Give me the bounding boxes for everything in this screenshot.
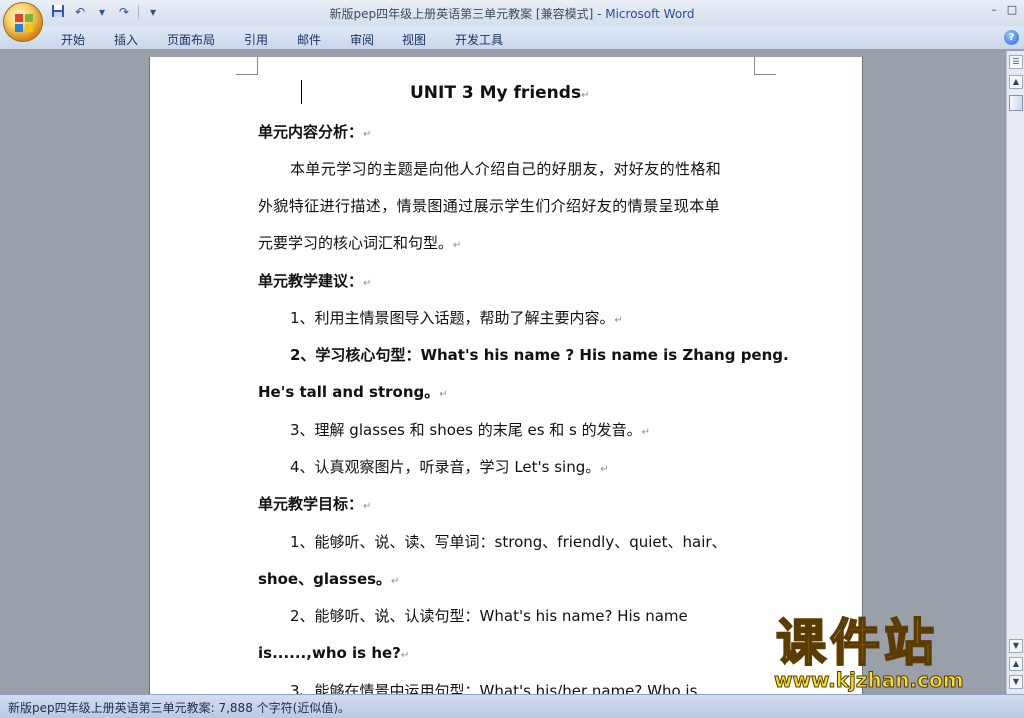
line-text: shoe、glasses。 [258,570,392,588]
tab-page-layout[interactable]: 页面布局 [167,31,215,48]
app-name: Microsoft Word [605,7,695,21]
help-icon[interactable]: ? [1004,30,1019,45]
paragraph-line: 元要学习的核心词汇和句型。↵ [258,233,461,256]
minimize-icon[interactable]: – [986,2,1002,18]
crop-mark-top-left [236,57,258,75]
list-item: 1、利用主情景图导入话题，帮助了解主要内容。↵ [258,308,623,331]
line-text: 本单元学习的主题是向他人介绍自己的好朋友，对好友的性格和 [290,160,722,178]
paragraph-mark: ↵ [453,240,462,251]
paragraph-mark: ↵ [581,90,590,101]
paragraph-mark: ↵ [400,650,410,661]
office-logo-icon [15,14,33,32]
paragraph-mark: ↵ [614,315,623,326]
paragraph-line: 外貌特征进行描述，情景图通过展示学生们介绍好友的情景呈现本单 [258,196,720,216]
next-page-button[interactable]: ▼ [1009,675,1023,689]
line-text: 单元内容分析： [258,123,364,141]
office-button[interactable] [3,2,43,42]
section-heading: 单元教学目标：↵ [258,494,371,517]
section-heading: 单元内容分析：↵ [258,122,371,145]
line-text: He's tall and strong。 [258,383,440,401]
tab-insert[interactable]: 插入 [114,31,138,48]
document-page[interactable]: UNIT 3 My friends↵ 单元内容分析：↵ 本单元学习的主题是向他人… [150,57,862,707]
line-text: 4、认真观察图片，听录音，学习 Let's sing。 [290,458,601,476]
line-text: 外貌特征进行描述，情景图通过展示学生们介绍好友的情景呈现本单 [258,197,721,215]
ruler-toggle-icon[interactable]: ☰ [1009,55,1023,69]
line-text: 单元教学建议： [258,272,364,290]
window-title: 新版pep四年级上册英语第三单元教案 [兼容模式] - Microsoft Wo… [0,5,1024,22]
paragraph-mark: ↵ [363,278,372,289]
line-text: 1、能够听、说、读、写单词：strong、friendly、quiet、hair… [290,533,727,551]
paragraph-mark: ↵ [391,576,400,587]
line-text: 单元教学目标： [258,495,364,513]
list-item: 2、能够听、说、认读句型：What's his name? His name [258,606,688,626]
tab-developer[interactable]: 开发工具 [455,31,503,48]
tab-references[interactable]: 引用 [244,31,268,48]
paragraph-mark: ↵ [363,129,372,140]
status-text: 新版pep四年级上册英语第三单元教案: 7,888 个字符(近似值)。 [8,701,351,715]
scroll-thumb[interactable] [1009,95,1023,111]
document-heading: UNIT 3 My friends↵ [410,83,589,106]
list-item: 4、认真观察图片，听录音，学习 Let's sing。↵ [258,457,609,480]
paragraph-line: 本单元学习的主题是向他人介绍自己的好朋友，对好友的性格和 [258,159,721,179]
restore-icon[interactable]: □ [1004,2,1020,18]
paragraph-mark: ↵ [439,389,448,400]
section-heading: 单元教学建议：↵ [258,271,371,294]
scroll-down-button[interactable]: ▼ [1009,639,1023,653]
paragraph-mark: ↵ [641,427,651,438]
list-item: 3、理解 glasses 和 shoes 的末尾 es 和 s 的发音。↵ [258,420,650,443]
status-bar: 新版pep四年级上册英语第三单元教案: 7,888 个字符(近似值)。 [0,694,1024,718]
paragraph-mark: ↵ [363,501,372,512]
ribbon-tabs: 开始 插入 页面布局 引用 邮件 审阅 视图 开发工具 ? [0,26,1024,50]
tab-view[interactable]: 视图 [402,31,426,48]
paragraph-line: shoe、glasses。↵ [258,569,399,592]
line-text: is......,who is he? [258,644,401,662]
list-item: 1、能够听、说、读、写单词：strong、friendly、quiet、hair… [258,532,727,552]
scroll-up-button[interactable]: ▲ [1009,75,1023,89]
document-title: 新版pep四年级上册英语第三单元教案 [兼容模式] - [329,7,606,21]
tab-home[interactable]: 开始 [61,31,85,48]
line-text: 元要学习的核心词汇和句型。 [258,234,454,252]
line-text: 2、能够听、说、认读句型：What's his name? His name [290,607,688,625]
paragraph-line: is......,who is he?↵ [258,643,409,666]
tab-mailings[interactable]: 邮件 [297,31,321,48]
text-cursor [301,80,302,104]
vertical-scrollbar[interactable]: ☰ ▲ ▼ ▲ ▼ [1006,51,1024,694]
previous-page-button[interactable]: ▲ [1009,657,1023,671]
watermark-url: www.kjzhan.com [774,668,965,693]
window-controls: – □ [986,2,1020,18]
title-bar: ↶ ▾ ↷ ▾ 新版pep四年级上册英语第三单元教案 [兼容模式] - Micr… [0,0,1024,26]
paragraph-line: He's tall and strong。↵ [258,382,448,405]
watermark-brand: 课件站 [775,614,938,672]
tab-review[interactable]: 审阅 [350,31,374,48]
heading-text: UNIT 3 My friends [410,83,582,103]
line-text: 3、理解 glasses 和 shoes 的末尾 es 和 s 的发音。 [290,421,642,439]
watermark-logo: 课件站 www.kjzhan.com [770,614,1010,693]
crop-mark-top-right [754,57,776,75]
list-item: 2、学习核心句型：What's his name ? His name is Z… [258,345,789,365]
paragraph-mark: ↵ [600,464,609,475]
line-text: 1、利用主情景图导入话题，帮助了解主要内容。 [290,309,615,327]
line-text: 2、学习核心句型：What's his name ? His name is Z… [290,346,789,364]
